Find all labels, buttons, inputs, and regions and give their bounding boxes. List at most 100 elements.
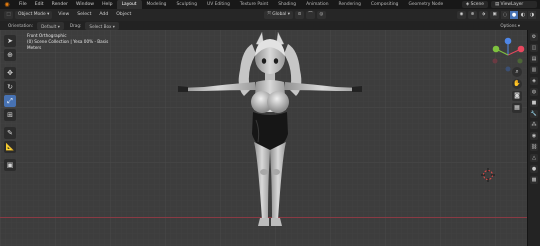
object-tab-icon[interactable]: ■ [530, 99, 538, 107]
right-glove [352, 86, 362, 92]
gizmo-z-axis[interactable] [504, 37, 512, 45]
view-layer-tab-icon[interactable]: ▥ [530, 66, 538, 74]
hand-pan-icon[interactable]: ✋ [512, 79, 522, 89]
cursor-select-icon[interactable]: ➤ [4, 35, 16, 47]
render-tab-icon[interactable]: ◫ [530, 44, 538, 52]
top-menu-bar: ◉ File Edit Render Window Help Layout Mo… [0, 0, 540, 9]
left-eye [261, 58, 267, 64]
viewport-header: ⬚ Object Mode ▾ View Select Add Object ⤧… [0, 9, 540, 21]
move-icon[interactable]: ✥ [4, 67, 16, 79]
gizmo-toggle-icon[interactable]: ⊕ [468, 11, 478, 19]
perspective-grid-icon[interactable]: ▦ [512, 103, 522, 113]
3d-cursor-icon[interactable] [481, 168, 495, 182]
rendered-shading-icon[interactable]: ◑ [528, 11, 537, 19]
gizmo-neg-x[interactable] [492, 58, 498, 64]
editor-type-icon[interactable]: ⬚ [4, 11, 13, 19]
tab-modeling[interactable]: Modeling [142, 0, 172, 9]
right-arm [284, 82, 360, 91]
tool-settings-bar: Orientation: Default ▾ Drag: Select Box … [0, 21, 540, 30]
3d-viewport[interactable]: Front Orthographic (0) Scene Collection … [0, 30, 527, 246]
tab-rendering[interactable]: Rendering [333, 0, 365, 9]
orientation-value: Default [41, 23, 57, 29]
scene-name: Scene [470, 2, 484, 7]
chevron-down-icon: ▾ [47, 12, 50, 17]
shading-mode-group: ◌ ● ◐ ◑ [501, 11, 537, 19]
texture-tab-icon[interactable]: ▩ [530, 176, 538, 184]
data-tab-icon[interactable]: △ [530, 154, 538, 162]
units-label: Meters [27, 45, 42, 50]
particles-tab-icon[interactable]: ⁂ [530, 121, 538, 129]
scale-icon[interactable]: ⤢ [4, 95, 16, 107]
wireframe-shading-icon[interactable]: ◌ [501, 11, 510, 19]
left-glove [178, 86, 188, 92]
mode-selector[interactable]: Object Mode ▾ [15, 11, 53, 19]
tab-layout[interactable]: Layout [116, 0, 142, 9]
tab-shading[interactable]: Shading [273, 0, 301, 9]
measure-icon[interactable]: 📐 [4, 141, 16, 153]
menu-view[interactable]: View [54, 9, 73, 21]
constraints-tab-icon[interactable]: ⛓ [530, 143, 538, 151]
right-knee [272, 169, 280, 175]
view-layer-selector[interactable]: ▤ ViewLayer [491, 1, 537, 8]
menu-add[interactable]: Add [95, 9, 112, 21]
drag-dropdown[interactable]: Select Box ▾ [85, 21, 119, 30]
tab-compositing[interactable]: Compositing [366, 0, 404, 9]
gizmo-neg-z[interactable] [505, 66, 511, 72]
modifier-tab-icon[interactable]: 🔧 [530, 110, 538, 118]
menu-file[interactable]: File [15, 0, 31, 9]
zoom-icon[interactable]: ⌕ [512, 67, 522, 77]
3d-cursor-tool-icon[interactable]: ⊕ [4, 49, 16, 61]
snap-icon[interactable]: ⌒ [305, 11, 315, 19]
scene-selector[interactable]: ◈ Scene [461, 1, 488, 8]
left-arm [180, 82, 256, 91]
right-eye [273, 58, 279, 64]
menu-window[interactable]: Window [72, 0, 98, 9]
camera-icon[interactable]: ◙ [512, 91, 522, 101]
world-tab-icon[interactable]: ◍ [530, 88, 538, 96]
gizmo-x-axis[interactable] [517, 45, 525, 53]
orientation-label: Orientation: [8, 23, 34, 28]
visibility-icon[interactable]: ◉ [457, 11, 467, 19]
blender-logo-icon[interactable]: ◉ [3, 1, 11, 8]
annotate-icon[interactable]: ✎ [4, 127, 16, 139]
menu-help[interactable]: Help [98, 0, 116, 9]
character-model[interactable] [170, 30, 370, 246]
overlay-toggle-icon[interactable]: ⬗ [479, 11, 489, 19]
scene-tab-icon[interactable]: ◈ [530, 77, 538, 85]
orientation-dropdown[interactable]: Default ▾ [37, 21, 64, 30]
transform-orientation-dropdown[interactable]: ⤧ Global ▾ [264, 11, 293, 19]
material-tab-icon[interactable]: ● [530, 165, 538, 173]
rotate-icon[interactable]: ↻ [4, 81, 16, 93]
left-leg [254, 142, 270, 220]
drag-label: Drag: [69, 23, 82, 28]
physics-tab-icon[interactable]: ◉ [530, 132, 538, 140]
pivot-point-icon[interactable]: ⊙ [294, 11, 304, 19]
add-cube-icon[interactable]: ▣ [4, 159, 16, 171]
material-shading-icon[interactable]: ◐ [519, 11, 528, 19]
tab-uv-editing[interactable]: UV Editing [202, 0, 235, 9]
left-foot [258, 218, 269, 226]
drag-value: Select Box [89, 23, 112, 29]
menu-select[interactable]: Select [73, 9, 95, 21]
mode-label: Object Mode [18, 12, 46, 17]
menu-render[interactable]: Render [48, 0, 72, 9]
tab-geometry-nodes[interactable]: Geometry Node [403, 0, 448, 9]
menu-object[interactable]: Object [112, 9, 135, 21]
tab-texture-paint[interactable]: Texture Paint [235, 0, 273, 9]
menu-edit[interactable]: Edit [31, 0, 48, 9]
gizmo-y-axis[interactable] [492, 45, 500, 53]
tool-tab-icon[interactable]: ⚙ [530, 33, 538, 41]
tab-animation[interactable]: Animation [301, 0, 333, 9]
output-tab-icon[interactable]: ▤ [530, 55, 538, 63]
transform-icon[interactable]: ⊞ [4, 109, 16, 121]
xray-toggle-icon[interactable]: ▣ [490, 11, 500, 19]
proportional-edit-icon[interactable]: ◎ [316, 11, 326, 19]
tab-sculpting[interactable]: Sculpting [171, 0, 202, 9]
options-dropdown[interactable]: Options ▾ [496, 21, 524, 30]
options-label: Options [500, 23, 517, 28]
viewport-info: Front Orthographic (0) Scene Collection … [27, 33, 108, 51]
solid-shading-icon[interactable]: ● [510, 11, 519, 19]
gizmo-neg-y[interactable] [517, 58, 523, 64]
left-toolbar: ➤ ⊕ ✥ ↻ ⤢ ⊞ ✎ 📐 ▣ [4, 35, 16, 173]
right-breast [267, 91, 289, 113]
